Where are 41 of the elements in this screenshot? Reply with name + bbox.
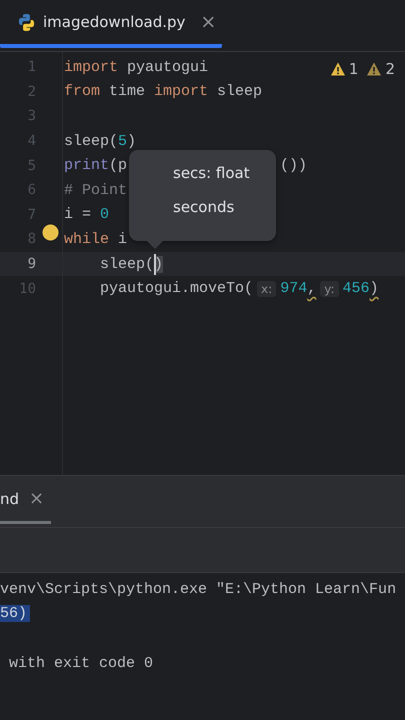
warning-count: 2 bbox=[385, 60, 395, 78]
run-tab[interactable]: nd × bbox=[0, 476, 51, 524]
warning-icon[interactable] bbox=[330, 61, 346, 77]
parameter-hint: y: bbox=[320, 280, 338, 297]
code-token: print bbox=[64, 157, 110, 174]
code-token: sleep( bbox=[100, 256, 154, 273]
line-number: 9 bbox=[26, 256, 36, 272]
code-token: pyautogui bbox=[126, 58, 208, 76]
tab-title: nd bbox=[0, 490, 20, 508]
code-token: time bbox=[108, 83, 146, 100]
code-token: import bbox=[154, 83, 208, 100]
file-tab[interactable]: imagedownload.py × bbox=[0, 0, 222, 48]
code-token: from bbox=[64, 83, 100, 100]
code-token: i = bbox=[64, 206, 92, 224]
code-token: ) bbox=[127, 132, 136, 150]
code-token: import bbox=[64, 58, 118, 76]
code-token: 456 bbox=[342, 280, 370, 298]
code-token: i bbox=[117, 230, 128, 248]
python-file-icon bbox=[17, 12, 36, 32]
code-token: ()) bbox=[280, 157, 308, 174]
code-token: sleep bbox=[216, 83, 262, 100]
code-token: ) bbox=[154, 256, 164, 273]
tab-title: imagedownload.py bbox=[43, 13, 186, 31]
warning-count: 1 bbox=[348, 60, 358, 78]
code-token: # Point bbox=[64, 182, 128, 199]
code-token: pyautogui.moveTo( bbox=[100, 280, 254, 298]
parameter-description: seconds bbox=[173, 198, 236, 216]
warning-icon[interactable] bbox=[366, 61, 382, 77]
code-token: ) bbox=[370, 280, 379, 298]
code-token: 5 bbox=[118, 132, 128, 150]
code-token: while bbox=[64, 230, 110, 248]
parameter-hint: x: bbox=[257, 280, 276, 297]
parameter-signature: secs: float bbox=[173, 164, 251, 182]
lightbulb-icon[interactable] bbox=[42, 224, 59, 241]
code-token: 974 bbox=[280, 280, 308, 298]
code-token: 0 bbox=[100, 206, 110, 224]
code-token: , bbox=[307, 280, 316, 298]
code-token: (p bbox=[109, 157, 128, 174]
console-line: with exit code 0 bbox=[8, 654, 154, 672]
console-line: venv\Scripts\python.exe "E:\Python Learn\Fun bbox=[0, 580, 396, 598]
code-token: sleep( bbox=[64, 132, 118, 150]
